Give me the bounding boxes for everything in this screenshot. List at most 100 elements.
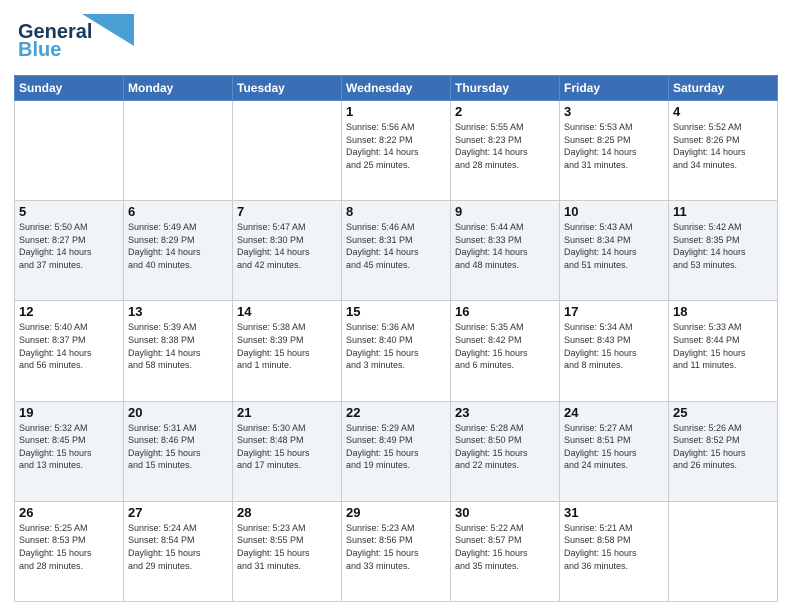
calendar-cell: 16 Sunrise: 5:35 AMSunset: 8:42 PMDayligh… bbox=[451, 301, 560, 401]
day-info: Sunrise: 5:35 AMSunset: 8:42 PMDaylight:… bbox=[455, 321, 555, 371]
calendar-cell: 7 Sunrise: 5:47 AMSunset: 8:30 PMDaylight… bbox=[233, 201, 342, 301]
calendar-cell: 15Sunrise: 5:36 AMSunset: 8:40 PMDayligh… bbox=[342, 301, 451, 401]
day-number: 27 bbox=[128, 505, 228, 520]
day-number: 28 bbox=[237, 505, 337, 520]
calendar-cell: 24 Sunrise: 5:27 AMSunset: 8:51 PMDayligh… bbox=[560, 401, 669, 501]
weekday-header-friday: Friday bbox=[560, 76, 669, 101]
day-info: Sunrise: 5:49 AMSunset: 8:29 PMDaylight:… bbox=[128, 221, 228, 271]
day-info: Sunrise: 5:28 AMSunset: 8:50 PMDaylight:… bbox=[455, 422, 555, 472]
day-info: Sunrise: 5:25 AMSunset: 8:53 PMDaylight:… bbox=[19, 522, 119, 572]
day-number: 7 bbox=[237, 204, 337, 219]
day-info: Sunrise: 5:26 AMSunset: 8:52 PMDaylight:… bbox=[673, 422, 773, 472]
day-info: Sunrise: 5:46 AMSunset: 8:31 PMDaylight:… bbox=[346, 221, 446, 271]
day-info: Sunrise: 5:56 AMSunset: 8:22 PMDaylight:… bbox=[346, 121, 446, 171]
day-info: Sunrise: 5:29 AMSunset: 8:49 PMDaylight:… bbox=[346, 422, 446, 472]
logo-svg: General Blue bbox=[14, 10, 134, 62]
calendar-cell: 12 Sunrise: 5:40 AMSunset: 8:37 PMDayligh… bbox=[15, 301, 124, 401]
day-number: 3 bbox=[564, 104, 664, 119]
calendar-cell: 25 Sunrise: 5:26 AMSunset: 8:52 PMDayligh… bbox=[669, 401, 778, 501]
weekday-header-saturday: Saturday bbox=[669, 76, 778, 101]
calendar-cell: 9 Sunrise: 5:44 AMSunset: 8:33 PMDaylight… bbox=[451, 201, 560, 301]
calendar-cell: 2 Sunrise: 5:55 AMSunset: 8:23 PMDaylight… bbox=[451, 101, 560, 201]
weekday-header-wednesday: Wednesday bbox=[342, 76, 451, 101]
day-number: 15 bbox=[346, 304, 446, 319]
day-number: 10 bbox=[564, 204, 664, 219]
calendar-cell: 26Sunrise: 5:25 AMSunset: 8:53 PMDayligh… bbox=[15, 501, 124, 601]
calendar-cell: 11 Sunrise: 5:42 AMSunset: 8:35 PMDayligh… bbox=[669, 201, 778, 301]
calendar-table: SundayMondayTuesdayWednesdayThursdayFrid… bbox=[14, 75, 778, 602]
calendar-week-2: 5 Sunrise: 5:50 AMSunset: 8:27 PMDaylight… bbox=[15, 201, 778, 301]
calendar-cell bbox=[669, 501, 778, 601]
calendar-cell: 22 Sunrise: 5:29 AMSunset: 8:49 PMDayligh… bbox=[342, 401, 451, 501]
calendar-cell: 17 Sunrise: 5:34 AMSunset: 8:43 PMDayligh… bbox=[560, 301, 669, 401]
day-number: 22 bbox=[346, 405, 446, 420]
svg-text:Blue: Blue bbox=[18, 39, 61, 61]
day-info: Sunrise: 5:38 AMSunset: 8:39 PMDaylight:… bbox=[237, 321, 337, 371]
weekday-header-monday: Monday bbox=[124, 76, 233, 101]
day-number: 23 bbox=[455, 405, 555, 420]
day-number: 12 bbox=[19, 304, 119, 319]
weekday-header-row: SundayMondayTuesdayWednesdayThursdayFrid… bbox=[15, 76, 778, 101]
day-info: Sunrise: 5:52 AMSunset: 8:26 PMDaylight:… bbox=[673, 121, 773, 171]
calendar-cell: 5 Sunrise: 5:50 AMSunset: 8:27 PMDaylight… bbox=[15, 201, 124, 301]
day-number: 16 bbox=[455, 304, 555, 319]
calendar-cell: 18Sunrise: 5:33 AMSunset: 8:44 PMDayligh… bbox=[669, 301, 778, 401]
day-info: Sunrise: 5:32 AMSunset: 8:45 PMDaylight:… bbox=[19, 422, 119, 472]
day-number: 20 bbox=[128, 405, 228, 420]
calendar-cell: 8 Sunrise: 5:46 AMSunset: 8:31 PMDaylight… bbox=[342, 201, 451, 301]
day-info: Sunrise: 5:33 AMSunset: 8:44 PMDaylight:… bbox=[673, 321, 773, 371]
calendar-week-5: 26Sunrise: 5:25 AMSunset: 8:53 PMDayligh… bbox=[15, 501, 778, 601]
day-number: 9 bbox=[455, 204, 555, 219]
logo: General Blue bbox=[14, 10, 134, 67]
day-info: Sunrise: 5:42 AMSunset: 8:35 PMDaylight:… bbox=[673, 221, 773, 271]
calendar-cell: 13 Sunrise: 5:39 AMSunset: 8:38 PMDayligh… bbox=[124, 301, 233, 401]
day-number: 30 bbox=[455, 505, 555, 520]
day-info: Sunrise: 5:23 AMSunset: 8:55 PMDaylight:… bbox=[237, 522, 337, 572]
day-info: Sunrise: 5:55 AMSunset: 8:23 PMDaylight:… bbox=[455, 121, 555, 171]
day-info: Sunrise: 5:30 AMSunset: 8:48 PMDaylight:… bbox=[237, 422, 337, 472]
calendar-cell: 29 Sunrise: 5:23 AMSunset: 8:56 PMDayligh… bbox=[342, 501, 451, 601]
day-info: Sunrise: 5:47 AMSunset: 8:30 PMDaylight:… bbox=[237, 221, 337, 271]
calendar-cell: 14Sunrise: 5:38 AMSunset: 8:39 PMDayligh… bbox=[233, 301, 342, 401]
calendar-cell: 19Sunrise: 5:32 AMSunset: 8:45 PMDayligh… bbox=[15, 401, 124, 501]
day-number: 8 bbox=[346, 204, 446, 219]
day-info: Sunrise: 5:22 AMSunset: 8:57 PMDaylight:… bbox=[455, 522, 555, 572]
day-number: 1 bbox=[346, 104, 446, 119]
day-number: 25 bbox=[673, 405, 773, 420]
calendar-week-3: 12 Sunrise: 5:40 AMSunset: 8:37 PMDayligh… bbox=[15, 301, 778, 401]
weekday-header-tuesday: Tuesday bbox=[233, 76, 342, 101]
day-number: 13 bbox=[128, 304, 228, 319]
day-info: Sunrise: 5:44 AMSunset: 8:33 PMDaylight:… bbox=[455, 221, 555, 271]
day-info: Sunrise: 5:23 AMSunset: 8:56 PMDaylight:… bbox=[346, 522, 446, 572]
calendar-week-4: 19Sunrise: 5:32 AMSunset: 8:45 PMDayligh… bbox=[15, 401, 778, 501]
calendar-cell: 6Sunrise: 5:49 AMSunset: 8:29 PMDaylight… bbox=[124, 201, 233, 301]
day-number: 29 bbox=[346, 505, 446, 520]
day-number: 5 bbox=[19, 204, 119, 219]
calendar-cell: 21 Sunrise: 5:30 AMSunset: 8:48 PMDayligh… bbox=[233, 401, 342, 501]
calendar-cell: 20 Sunrise: 5:31 AMSunset: 8:46 PMDayligh… bbox=[124, 401, 233, 501]
calendar-cell bbox=[124, 101, 233, 201]
day-number: 11 bbox=[673, 204, 773, 219]
day-info: Sunrise: 5:43 AMSunset: 8:34 PMDaylight:… bbox=[564, 221, 664, 271]
calendar-cell: 1 Sunrise: 5:56 AMSunset: 8:22 PMDaylight… bbox=[342, 101, 451, 201]
header: General Blue bbox=[14, 10, 778, 67]
day-number: 21 bbox=[237, 405, 337, 420]
calendar-cell bbox=[233, 101, 342, 201]
day-info: Sunrise: 5:27 AMSunset: 8:51 PMDaylight:… bbox=[564, 422, 664, 472]
day-info: Sunrise: 5:40 AMSunset: 8:37 PMDaylight:… bbox=[19, 321, 119, 371]
day-info: Sunrise: 5:39 AMSunset: 8:38 PMDaylight:… bbox=[128, 321, 228, 371]
calendar-cell bbox=[15, 101, 124, 201]
calendar-cell: 31Sunrise: 5:21 AMSunset: 8:58 PMDayligh… bbox=[560, 501, 669, 601]
calendar-cell: 4Sunrise: 5:52 AMSunset: 8:26 PMDaylight… bbox=[669, 101, 778, 201]
day-info: Sunrise: 5:50 AMSunset: 8:27 PMDaylight:… bbox=[19, 221, 119, 271]
page: General Blue SundayMondayTuesdayWednesda… bbox=[0, 0, 792, 612]
day-number: 2 bbox=[455, 104, 555, 119]
calendar-cell: 3 Sunrise: 5:53 AMSunset: 8:25 PMDaylight… bbox=[560, 101, 669, 201]
day-info: Sunrise: 5:53 AMSunset: 8:25 PMDaylight:… bbox=[564, 121, 664, 171]
day-number: 24 bbox=[564, 405, 664, 420]
weekday-header-thursday: Thursday bbox=[451, 76, 560, 101]
day-info: Sunrise: 5:21 AMSunset: 8:58 PMDaylight:… bbox=[564, 522, 664, 572]
day-number: 17 bbox=[564, 304, 664, 319]
day-info: Sunrise: 5:34 AMSunset: 8:43 PMDaylight:… bbox=[564, 321, 664, 371]
day-info: Sunrise: 5:31 AMSunset: 8:46 PMDaylight:… bbox=[128, 422, 228, 472]
